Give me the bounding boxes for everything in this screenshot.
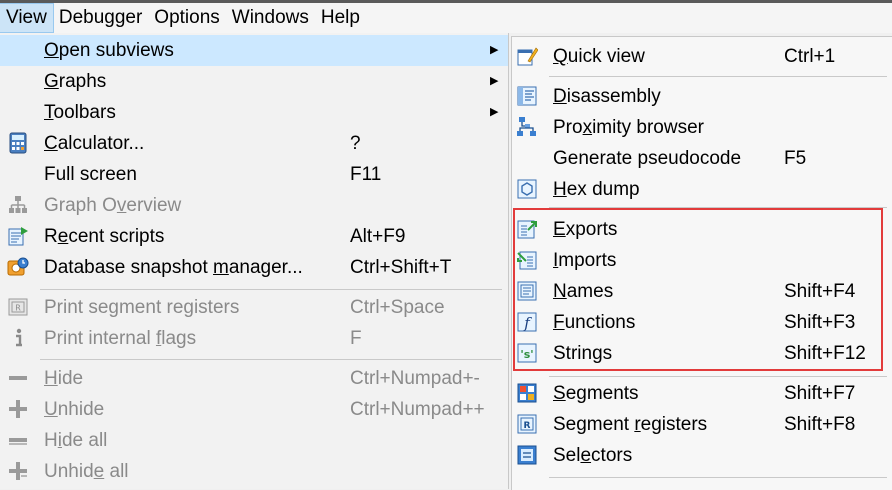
submenu-item-generate-pseudocode[interactable]: Generate pseudocode F5 bbox=[512, 143, 892, 174]
menu-item-hide-all: Hide all bbox=[0, 425, 508, 456]
snapshot-manager-icon bbox=[7, 257, 29, 276]
info-icon bbox=[16, 328, 22, 347]
submenu-separator bbox=[549, 76, 887, 77]
menu-item-full-screen[interactable]: Full screen F11 bbox=[0, 159, 508, 190]
menu-help[interactable]: Help bbox=[315, 4, 366, 32]
print-segment-registers-icon: R bbox=[8, 298, 28, 316]
recent-scripts-icon bbox=[8, 227, 28, 246]
hide-icon bbox=[9, 376, 27, 380]
menu-view[interactable]: View bbox=[0, 3, 54, 33]
selectors-icon bbox=[517, 445, 537, 465]
submenu-item-selectors[interactable]: Selectors bbox=[512, 440, 892, 471]
submenu-item-disassembly[interactable]: Disassembly bbox=[512, 81, 892, 112]
hide-all-icon bbox=[9, 438, 27, 445]
menu-item-toolbars[interactable]: Toolbars ▶ bbox=[0, 97, 508, 128]
graph-overview-icon bbox=[9, 196, 27, 213]
unhide-all-icon bbox=[9, 462, 27, 480]
submenu-arrow-icon: ▶ bbox=[490, 44, 499, 56]
submenu-arrow-icon: ▶ bbox=[490, 75, 499, 87]
annotation-highlight-box bbox=[513, 208, 883, 371]
hex-dump-icon bbox=[517, 179, 537, 199]
menu-item-calculator[interactable]: Calculator... ? bbox=[0, 128, 508, 159]
submenu-separator bbox=[549, 477, 887, 478]
menu-debugger[interactable]: Debugger bbox=[53, 4, 148, 32]
quick-view-icon bbox=[517, 47, 538, 66]
proximity-browser-icon bbox=[517, 117, 536, 136]
submenu-item-quick-view[interactable]: Quick view Ctrl+1 bbox=[512, 41, 892, 72]
unhide-icon bbox=[9, 400, 27, 418]
menu-separator bbox=[40, 289, 502, 290]
menu-item-hide: Hide Ctrl+Numpad+- bbox=[0, 363, 508, 394]
menu-windows[interactable]: Windows bbox=[226, 4, 315, 32]
disassembly-icon bbox=[517, 86, 537, 106]
menu-item-recent-scripts[interactable]: Recent scripts Alt+F9 bbox=[0, 221, 508, 252]
menu-item-graph-overview: Graph Overview bbox=[0, 190, 508, 221]
svg-text:R: R bbox=[15, 304, 21, 313]
submenu-item-segments[interactable]: Segments Shift+F7 bbox=[512, 378, 892, 409]
calculator-icon bbox=[9, 132, 27, 154]
menu-item-graphs[interactable]: Graphs ▶ bbox=[0, 66, 508, 97]
submenu-separator bbox=[549, 376, 887, 377]
menu-item-unhide-all: Unhide all bbox=[0, 456, 508, 487]
menu-separator bbox=[40, 359, 502, 360]
submenu-item-proximity-browser[interactable]: Proximity browser bbox=[512, 112, 892, 143]
menu-item-database-snapshot-manager[interactable]: Database snapshot manager... Ctrl+Shift+… bbox=[0, 252, 508, 283]
submenu-arrow-icon: ▶ bbox=[490, 106, 499, 118]
menu-item-print-segment-registers: R Print segment registers Ctrl+Space bbox=[0, 292, 508, 323]
menu-bar: View Debugger Options Windows Help bbox=[0, 3, 892, 33]
view-menu: Open subviews ▶ Graphs ▶ Toolbars ▶ Calc… bbox=[0, 33, 509, 489]
svg-text:R: R bbox=[524, 421, 531, 431]
menu-item-unhide: Unhide Ctrl+Numpad++ bbox=[0, 394, 508, 425]
segments-icon bbox=[517, 383, 537, 403]
menu-item-print-internal-flags: Print internal flags F bbox=[0, 323, 508, 354]
menu-item-open-subviews[interactable]: Open subviews ▶ bbox=[0, 35, 508, 66]
open-subviews-submenu: Quick view Ctrl+1 Disassembly Proximity … bbox=[511, 36, 892, 490]
menu-options[interactable]: Options bbox=[148, 4, 225, 32]
submenu-item-segment-registers[interactable]: R Segment registers Shift+F8 bbox=[512, 409, 892, 440]
submenu-item-hex-dump[interactable]: Hex dump bbox=[512, 174, 892, 205]
segment-registers-icon: R bbox=[517, 414, 537, 434]
